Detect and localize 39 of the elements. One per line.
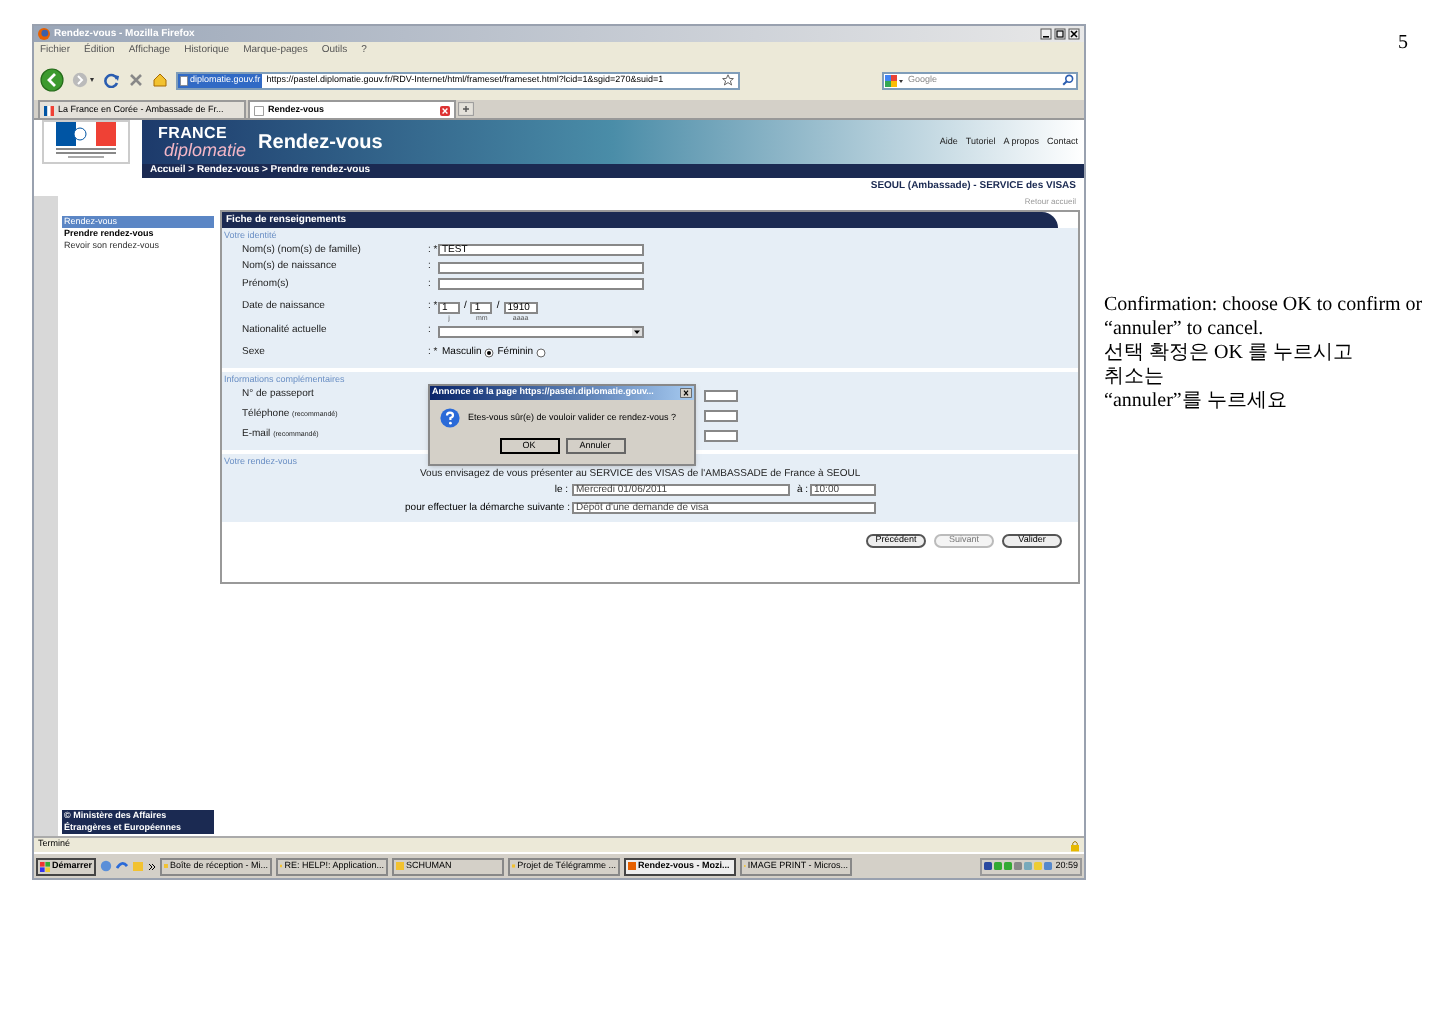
page-icon [180,75,188,85]
page-icon [254,105,264,115]
flag-icon [44,105,54,115]
stop-icon[interactable] [128,72,144,88]
radio-button[interactable] [535,347,546,357]
star-icon[interactable] [722,74,734,86]
page-number: 5 [1398,30,1408,58]
quick-launch-icon[interactable] [100,860,113,872]
brand-logo: FRANCE diplomatie [158,125,247,159]
forward-icon[interactable] [72,72,96,88]
input-field[interactable] [704,409,738,421]
input-field[interactable] [438,278,644,291]
reload-icon[interactable] [104,72,120,88]
lock-icon [1070,839,1080,851]
select-field[interactable] [438,325,644,337]
instruction-text: Confirmation: choose OK to confirm or “annuler” to cancel. [1104,294,1424,342]
radio-button[interactable] [483,347,494,357]
instruction-text: “annuler”를 누르세요 [1104,390,1289,414]
input-field[interactable] [704,389,738,401]
close-tab-icon[interactable] [440,105,450,115]
close-icon[interactable] [1068,28,1080,40]
instruction-text: 취소는 [1104,366,1166,390]
search-icon[interactable] [1062,74,1074,86]
maximize-icon[interactable] [1054,28,1066,40]
dropdown-arrow-icon[interactable] [632,327,642,335]
chevron-icon[interactable] [148,861,157,871]
instruction-text: 선택 확정은 OK 를 누르시고 [1104,342,1355,366]
windows-logo-icon [40,861,50,871]
input-field[interactable] [438,261,644,274]
home-icon[interactable] [152,72,168,88]
close-icon[interactable] [680,388,692,398]
new-tab-icon[interactable] [458,102,474,116]
question-icon [440,408,460,428]
input-field[interactable] [704,429,738,441]
firefox-icon [38,28,50,40]
search-engine-icon[interactable] [884,73,904,87]
minimize-icon[interactable] [1040,28,1052,40]
site-section-title: Rendez-vous [258,129,383,157]
back-icon[interactable] [40,68,64,92]
